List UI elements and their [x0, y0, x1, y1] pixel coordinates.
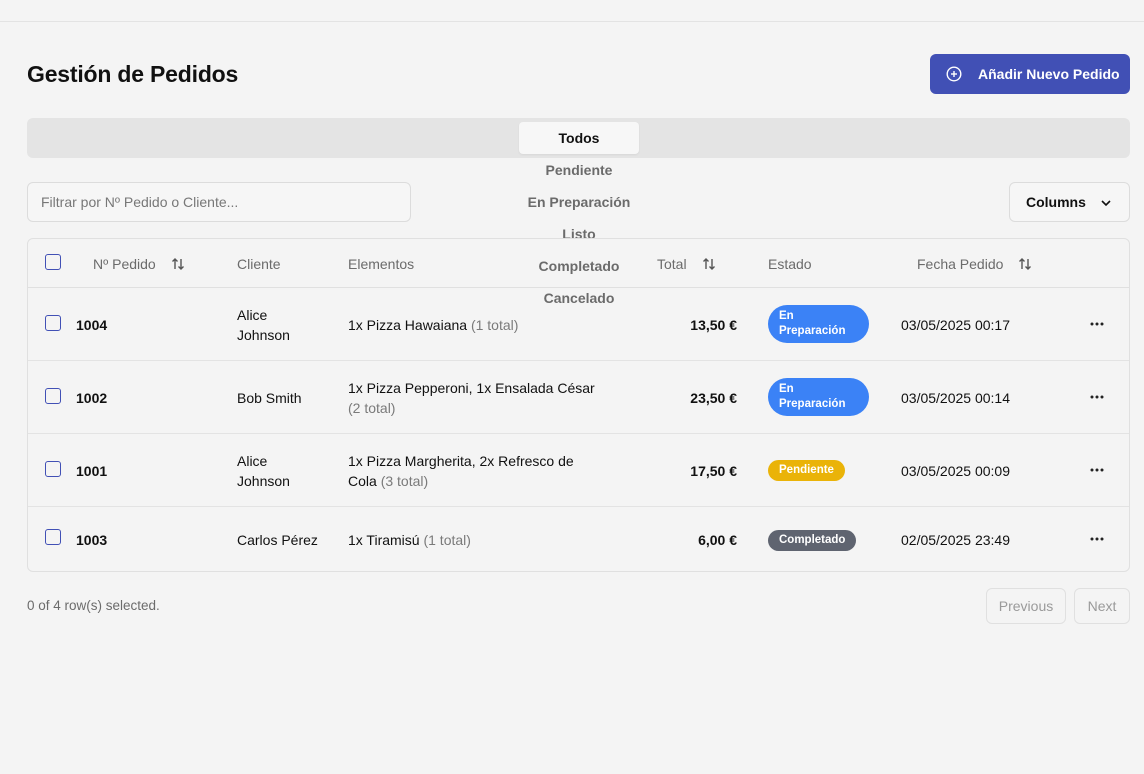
add-order-label: Añadir Nuevo Pedido: [978, 66, 1120, 82]
order-number: 1003: [76, 532, 108, 548]
header-date-label: Fecha Pedido: [917, 256, 1004, 272]
tab-cancelado[interactable]: Cancelado: [519, 290, 639, 306]
client-name: Carlos Pérez: [237, 532, 318, 548]
table-row[interactable]: 1001 Alice Johnson 1x Pizza Margherita, …: [28, 434, 1129, 507]
select-all-checkbox[interactable]: [45, 254, 61, 270]
client-name: Alice Johnson: [237, 307, 290, 343]
items-text: 1x Pizza Hawaiana: [348, 317, 468, 333]
header-client: Cliente: [237, 256, 281, 272]
tab-pendiente[interactable]: Pendiente: [519, 162, 639, 178]
row-checkbox[interactable]: [45, 315, 61, 331]
header-order-no-label: Nº Pedido: [93, 256, 156, 272]
items-count: (2 total): [348, 400, 396, 416]
columns-label: Columns: [1026, 194, 1086, 210]
header-order-no[interactable]: Nº Pedido: [93, 256, 186, 272]
client-name: Alice Johnson: [237, 453, 290, 489]
tab-completado[interactable]: Completado: [519, 258, 639, 274]
row-checkbox[interactable]: [45, 529, 61, 545]
header-date[interactable]: Fecha Pedido: [917, 256, 1033, 272]
items-count: (3 total): [380, 473, 429, 489]
order-items: 1x Pizza Margherita, 2x Refresco de Cola…: [348, 451, 588, 491]
items-count: (1 total): [423, 532, 471, 548]
page-title: Gestión de Pedidos: [27, 61, 239, 87]
sort-icon[interactable]: [170, 256, 186, 272]
row-checkbox[interactable]: [45, 388, 61, 404]
table-row[interactable]: 1002 Bob Smith 1x Pizza Pepperoni, 1x En…: [28, 361, 1129, 434]
more-options-icon[interactable]: [1089, 389, 1105, 405]
sort-icon[interactable]: [1017, 256, 1033, 272]
selection-count: 0 of 4 row(s) selected.: [27, 598, 160, 613]
status-badge: En Preparación: [768, 378, 869, 416]
top-bar: [0, 0, 1144, 22]
status-badge: Pendiente: [768, 460, 845, 481]
order-total: 13,50 €: [690, 317, 737, 333]
items-count: (1 total): [470, 317, 519, 333]
order-date: 03/05/2025 00:17: [901, 317, 1010, 333]
items-text: 1x Pizza Pepperoni, 1x Ensalada César: [348, 380, 595, 396]
order-date: 02/05/2025 23:49: [901, 532, 1010, 548]
order-items: 1x Tiramisú (1 total): [348, 530, 608, 550]
header-status: Estado: [768, 256, 812, 272]
order-total: 23,50 €: [690, 390, 737, 406]
filter-input[interactable]: [27, 182, 411, 222]
table-row[interactable]: 1003 Carlos Pérez 1x Tiramisú (1 total) …: [28, 507, 1129, 572]
header-total[interactable]: Total: [657, 256, 717, 272]
header-total-label: Total: [657, 256, 687, 272]
tab-en-preparacion[interactable]: En Preparación: [519, 194, 639, 210]
plus-circle-icon: [946, 66, 962, 82]
row-checkbox[interactable]: [45, 461, 61, 477]
order-number: 1004: [76, 317, 108, 333]
more-options-icon[interactable]: [1089, 462, 1105, 478]
next-button[interactable]: Next: [1074, 588, 1130, 624]
columns-button[interactable]: Columns: [1009, 182, 1130, 222]
header-items: Elementos: [348, 256, 415, 272]
order-number: 1002: [76, 390, 108, 406]
add-order-button[interactable]: Añadir Nuevo Pedido: [930, 54, 1130, 94]
items-text: 1x Tiramisú: [348, 532, 420, 548]
more-options-icon[interactable]: [1089, 316, 1105, 332]
status-badge: Completado: [768, 530, 857, 551]
order-items: 1x Pizza Hawaiana (1 total): [348, 315, 608, 335]
chevron-down-icon: [1099, 196, 1113, 210]
order-date: 03/05/2025 00:14: [901, 390, 1010, 406]
orders-table: Nº Pedido Cliente Elementos Total Estado…: [27, 238, 1130, 572]
sort-icon[interactable]: [701, 256, 717, 272]
order-number: 1001: [76, 463, 108, 479]
tab-todos[interactable]: Todos: [519, 122, 639, 154]
previous-button[interactable]: Previous: [986, 588, 1066, 624]
order-date: 03/05/2025 00:09: [901, 463, 1010, 479]
order-total: 6,00 €: [698, 532, 737, 548]
order-items: 1x Pizza Pepperoni, 1x Ensalada César (2…: [348, 378, 608, 418]
order-total: 17,50 €: [690, 463, 737, 479]
status-badge: En Preparación: [768, 305, 869, 343]
client-name: Bob Smith: [237, 390, 302, 406]
more-options-icon[interactable]: [1089, 531, 1105, 547]
